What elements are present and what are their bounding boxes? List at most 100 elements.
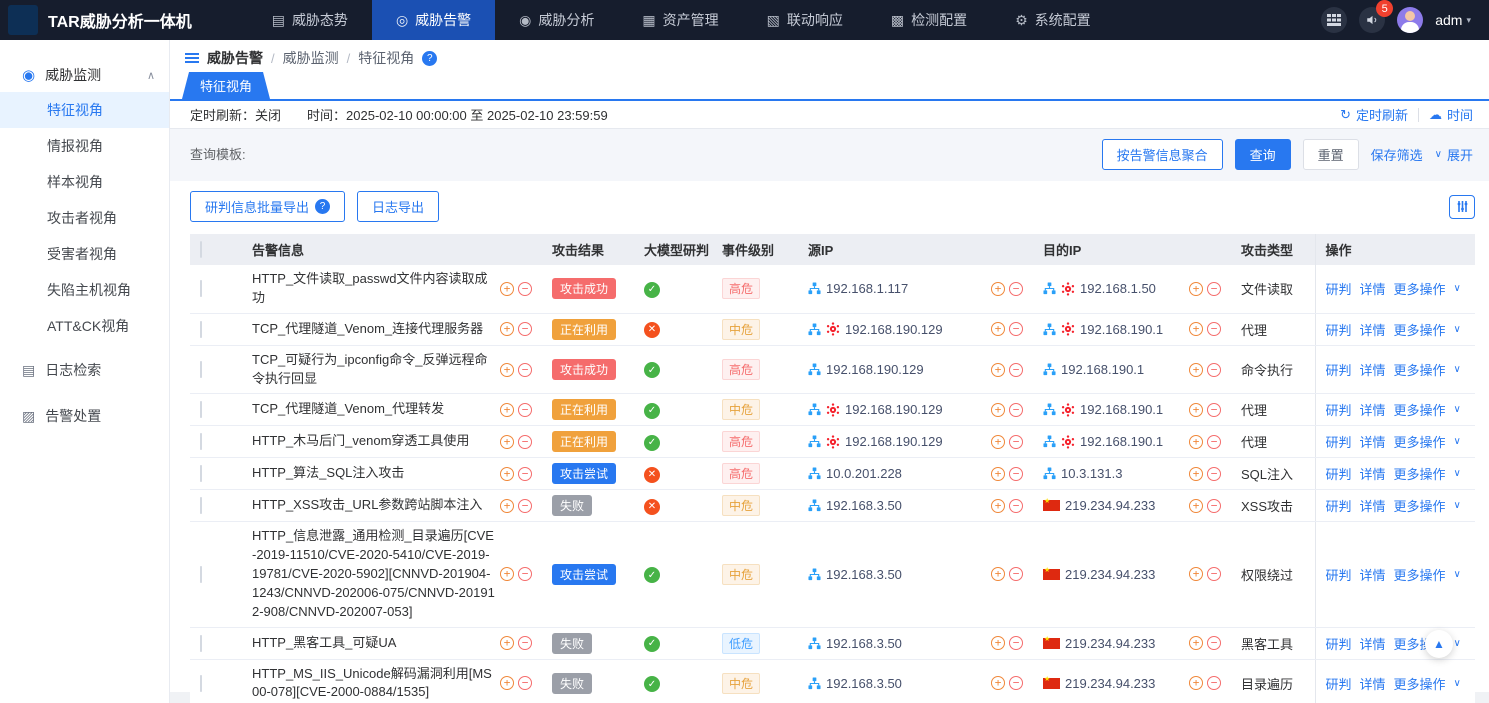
destination-ip[interactable]: 219.234.94.233 xyxy=(1065,676,1184,691)
more-actions-link[interactable]: 更多操作 xyxy=(1394,464,1446,483)
back-to-top-button[interactable]: ▲ xyxy=(1425,630,1453,658)
source-ip[interactable]: 192.168.190.129 xyxy=(845,434,986,449)
include-filter-icon[interactable]: + xyxy=(991,435,1005,449)
include-filter-icon[interactable]: + xyxy=(1189,403,1203,417)
judge-link[interactable]: 研判 xyxy=(1326,400,1352,419)
alert-name[interactable]: HTTP_黑客工具_可疑UA xyxy=(252,634,496,653)
include-filter-icon[interactable]: + xyxy=(1189,282,1203,296)
judge-link[interactable]: 研判 xyxy=(1326,496,1352,515)
sidebar-item[interactable]: 特征视角 xyxy=(0,92,169,128)
detail-link[interactable]: 详情 xyxy=(1360,400,1386,419)
include-filter-icon[interactable]: + xyxy=(500,435,514,449)
judge-link[interactable]: 研判 xyxy=(1326,674,1352,693)
search-button[interactable]: 查询 xyxy=(1235,139,1291,170)
more-actions-link[interactable]: 更多操作 xyxy=(1394,432,1446,451)
alert-name[interactable]: HTTP_木马后门_venom穿透工具使用 xyxy=(252,432,496,451)
exclude-filter-icon[interactable]: − xyxy=(1207,636,1221,650)
breadcrumb-item-1[interactable]: 威胁告警 xyxy=(207,48,263,68)
exclude-filter-icon[interactable]: − xyxy=(1207,676,1221,690)
sidebar-item[interactable]: 攻击者视角 xyxy=(0,200,169,236)
sidebar-item-alert-handling[interactable]: ▨ 告警处置 xyxy=(0,396,169,436)
more-actions-link[interactable]: 更多操作 xyxy=(1394,496,1446,515)
destination-ip[interactable]: 192.168.190.1 xyxy=(1080,402,1184,417)
destination-ip[interactable]: 219.234.94.233 xyxy=(1065,636,1184,651)
source-ip[interactable]: 192.168.190.129 xyxy=(845,402,986,417)
exclude-filter-icon[interactable]: − xyxy=(1009,636,1023,650)
include-filter-icon[interactable]: + xyxy=(991,467,1005,481)
include-filter-icon[interactable]: + xyxy=(500,467,514,481)
include-filter-icon[interactable]: + xyxy=(1189,499,1203,513)
exclude-filter-icon[interactable]: − xyxy=(518,636,532,650)
alert-name[interactable]: HTTP_MS_IIS_Unicode解码漏洞利用[MS00-078][CVE-… xyxy=(252,665,496,703)
source-ip[interactable]: 192.168.190.129 xyxy=(826,362,986,377)
save-filter-link[interactable]: 保存筛选 xyxy=(1371,145,1423,164)
exclude-filter-icon[interactable]: − xyxy=(1009,403,1023,417)
sidebar-item[interactable]: 受害者视角 xyxy=(0,236,169,272)
exclude-filter-icon[interactable]: − xyxy=(1009,499,1023,513)
nav-item-threat-analysis[interactable]: ◉ 威胁分析 xyxy=(495,0,618,40)
include-filter-icon[interactable]: + xyxy=(1189,363,1203,377)
exclude-filter-icon[interactable]: − xyxy=(1207,363,1221,377)
destination-ip[interactable]: 192.168.190.1 xyxy=(1061,362,1184,377)
detail-link[interactable]: 详情 xyxy=(1360,279,1386,298)
include-filter-icon[interactable]: + xyxy=(500,403,514,417)
include-filter-icon[interactable]: + xyxy=(1189,676,1203,690)
exclude-filter-icon[interactable]: − xyxy=(1009,435,1023,449)
include-filter-icon[interactable]: + xyxy=(500,636,514,650)
source-ip[interactable]: 10.0.201.228 xyxy=(826,466,986,481)
destination-ip[interactable]: 192.168.190.1 xyxy=(1080,322,1184,337)
column-settings-button[interactable] xyxy=(1449,195,1475,219)
exclude-filter-icon[interactable]: − xyxy=(518,403,532,417)
sidebar-item[interactable]: 情报视角 xyxy=(0,128,169,164)
exclude-filter-icon[interactable]: − xyxy=(1207,282,1221,296)
source-ip[interactable]: 192.168.190.129 xyxy=(845,322,986,337)
breadcrumb-item-2[interactable]: 威胁监测 xyxy=(283,48,339,68)
destination-ip[interactable]: 192.168.1.50 xyxy=(1080,281,1184,296)
include-filter-icon[interactable]: + xyxy=(500,676,514,690)
detail-link[interactable]: 详情 xyxy=(1360,320,1386,339)
destination-ip[interactable]: 192.168.190.1 xyxy=(1080,434,1184,449)
exclude-filter-icon[interactable]: − xyxy=(1009,282,1023,296)
sidebar-item-log-search[interactable]: ▤ 日志检索 xyxy=(0,350,169,390)
exclude-filter-icon[interactable]: − xyxy=(518,499,532,513)
include-filter-icon[interactable]: + xyxy=(500,499,514,513)
judge-link[interactable]: 研判 xyxy=(1326,360,1352,379)
exclude-filter-icon[interactable]: − xyxy=(1207,567,1221,581)
exclude-filter-icon[interactable]: − xyxy=(518,282,532,296)
aggregate-button[interactable]: 按告警信息聚合 xyxy=(1102,139,1223,170)
exclude-filter-icon[interactable]: − xyxy=(518,322,532,336)
alert-name[interactable]: HTTP_XSS攻击_URL参数跨站脚本注入 xyxy=(252,496,496,515)
include-filter-icon[interactable]: + xyxy=(500,567,514,581)
include-filter-icon[interactable]: + xyxy=(991,567,1005,581)
alert-name[interactable]: TCP_可疑行为_ipconfig命令_反弹远程命令执行回显 xyxy=(252,351,496,389)
alert-name[interactable]: HTTP_算法_SQL注入攻击 xyxy=(252,464,496,483)
include-filter-icon[interactable]: + xyxy=(991,322,1005,336)
alert-name[interactable]: TCP_代理隧道_Venom_代理转发 xyxy=(252,400,496,419)
breadcrumb-item-3[interactable]: 特征视角 xyxy=(358,48,414,68)
exclude-filter-icon[interactable]: − xyxy=(518,363,532,377)
source-ip[interactable]: 192.168.3.50 xyxy=(826,567,986,582)
judge-link[interactable]: 研判 xyxy=(1326,634,1352,653)
more-actions-link[interactable]: 更多操作 xyxy=(1394,674,1446,693)
include-filter-icon[interactable]: + xyxy=(500,282,514,296)
sidebar-item[interactable]: 样本视角 xyxy=(0,164,169,200)
app-grid-button[interactable] xyxy=(1321,7,1347,33)
row-checkbox[interactable] xyxy=(200,635,202,652)
include-filter-icon[interactable]: + xyxy=(991,636,1005,650)
exclude-filter-icon[interactable]: − xyxy=(1207,435,1221,449)
destination-ip[interactable]: 219.234.94.233 xyxy=(1065,498,1184,513)
row-checkbox[interactable] xyxy=(200,401,202,418)
row-checkbox[interactable] xyxy=(200,433,202,450)
include-filter-icon[interactable]: + xyxy=(1189,467,1203,481)
include-filter-icon[interactable]: + xyxy=(1189,322,1203,336)
avatar[interactable] xyxy=(1397,7,1423,33)
more-actions-link[interactable]: 更多操作 xyxy=(1394,400,1446,419)
nav-item-linkage-response[interactable]: ▧ 联动响应 xyxy=(743,0,867,40)
judge-link[interactable]: 研判 xyxy=(1326,432,1352,451)
more-actions-link[interactable]: 更多操作 xyxy=(1394,320,1446,339)
user-menu[interactable]: adm ▾ xyxy=(1435,12,1471,28)
batch-export-button[interactable]: 研判信息批量导出 ? xyxy=(190,191,345,222)
judge-link[interactable]: 研判 xyxy=(1326,320,1352,339)
detail-link[interactable]: 详情 xyxy=(1360,432,1386,451)
include-filter-icon[interactable]: + xyxy=(991,363,1005,377)
